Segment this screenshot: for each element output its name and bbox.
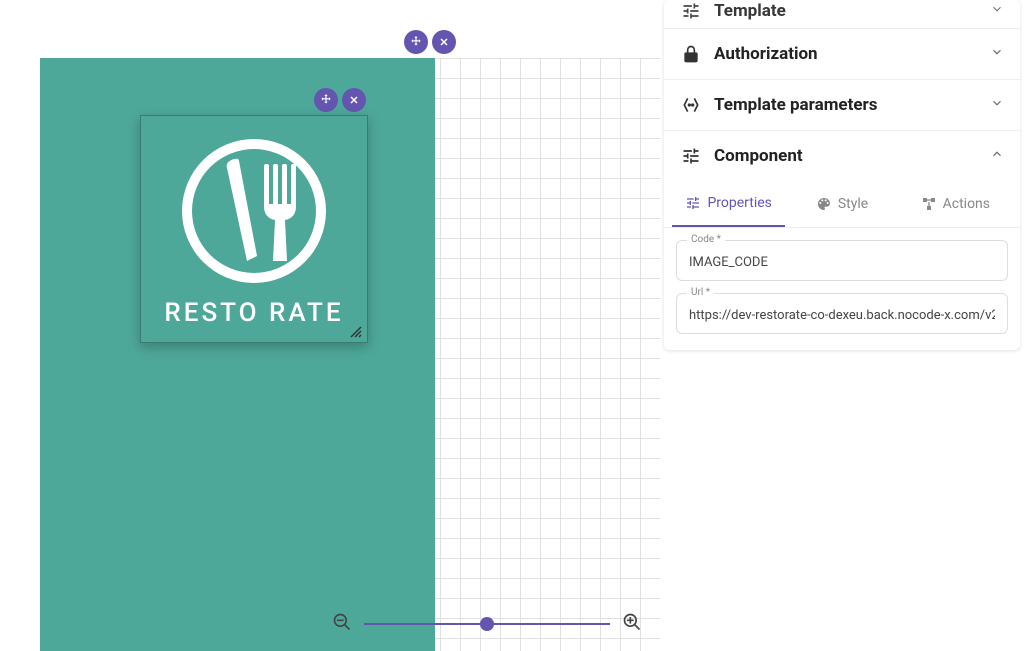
section-title: Component <box>714 146 990 166</box>
page-toolbar <box>404 30 456 54</box>
field-value[interactable]: IMAGE_CODE <box>689 255 995 270</box>
braces-icon <box>680 94 702 116</box>
field-value[interactable]: https://dev-restorate-co-dexeu.back.noco… <box>689 308 995 323</box>
panel-section-template[interactable]: Template <box>664 0 1020 28</box>
restorate-logo-icon <box>169 126 339 296</box>
tab-label: Properties <box>707 195 771 211</box>
tab-label: Actions <box>943 196 990 212</box>
image-component[interactable]: RESTO RATE <box>140 115 368 343</box>
zoom-slider[interactable] <box>364 623 610 625</box>
chevron-down-icon <box>990 45 1004 63</box>
properties-panel: Template Authorization Template paramete… <box>660 0 1024 651</box>
zoom-in-icon[interactable] <box>622 612 642 636</box>
move-icon[interactable] <box>404 30 428 54</box>
zoom-slider-thumb[interactable] <box>480 617 494 631</box>
panel-section-template-parameters[interactable]: Template parameters <box>664 79 1020 130</box>
resize-handle-icon[interactable] <box>349 324 363 338</box>
panel-accordion: Template Authorization Template paramete… <box>664 0 1020 350</box>
panel-section-authorization[interactable]: Authorization <box>664 28 1020 79</box>
component-tabs: Properties Style Actions <box>664 181 1020 228</box>
workflow-icon <box>921 196 937 212</box>
field-label: Url * <box>687 287 714 298</box>
lock-icon <box>680 43 702 65</box>
palette-icon <box>816 196 832 212</box>
code-field[interactable]: Code * IMAGE_CODE <box>676 240 1008 281</box>
tune-icon <box>680 0 702 22</box>
section-title: Template <box>714 1 990 21</box>
chevron-up-icon <box>990 147 1004 165</box>
tab-actions[interactable]: Actions <box>899 181 1012 227</box>
zoom-controls <box>332 612 642 636</box>
tune-icon <box>680 145 702 167</box>
properties-form: Code * IMAGE_CODE Url * https://dev-rest… <box>664 228 1020 350</box>
tab-label: Style <box>838 196 868 212</box>
panel-section-component[interactable]: Component <box>664 130 1020 181</box>
zoom-out-icon[interactable] <box>332 612 352 636</box>
move-icon[interactable] <box>314 88 338 112</box>
image-toolbar <box>314 88 366 112</box>
tab-properties[interactable]: Properties <box>672 181 785 227</box>
logo-text: RESTO RATE <box>141 298 367 328</box>
section-title: Authorization <box>714 44 990 64</box>
tab-style[interactable]: Style <box>785 181 898 227</box>
url-field[interactable]: Url * https://dev-restorate-co-dexeu.bac… <box>676 293 1008 334</box>
close-icon[interactable] <box>432 30 456 54</box>
chevron-down-icon <box>990 2 1004 20</box>
chevron-down-icon <box>990 96 1004 114</box>
section-title: Template parameters <box>714 95 990 115</box>
tune-icon <box>685 195 701 211</box>
field-label: Code * <box>687 234 725 245</box>
canvas-area: RESTO RATE <box>0 0 660 651</box>
close-icon[interactable] <box>342 88 366 112</box>
